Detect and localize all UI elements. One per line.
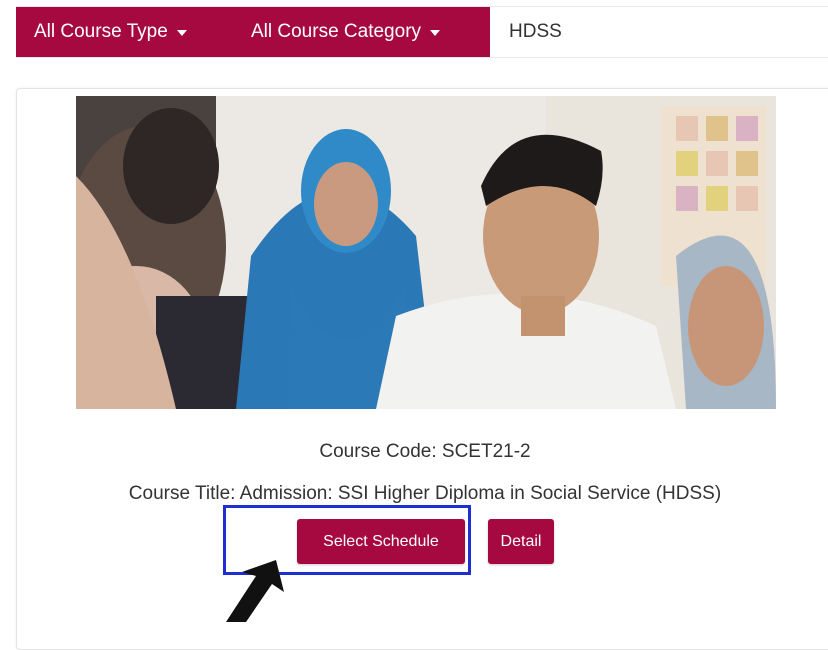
course-title: Course Title: Admission: SSI Higher Dipl… — [128, 483, 722, 504]
course-photo — [76, 96, 776, 409]
select-schedule-button[interactable]: Select Schedule — [297, 519, 465, 564]
search-input[interactable] — [490, 7, 828, 57]
caret-down-icon — [430, 30, 441, 36]
course-type-dropdown[interactable]: All Course Type — [16, 7, 234, 57]
course-type-label: All Course Type — [34, 21, 168, 42]
course-category-dropdown[interactable]: All Course Category — [234, 7, 490, 57]
course-category-label: All Course Category — [251, 21, 422, 42]
course-code: Course Code: SCET21-2 — [319, 441, 531, 462]
caret-down-icon — [176, 30, 187, 36]
filter-bar: All Course Type All Course Category — [16, 6, 828, 58]
detail-button[interactable]: Detail — [488, 519, 554, 564]
